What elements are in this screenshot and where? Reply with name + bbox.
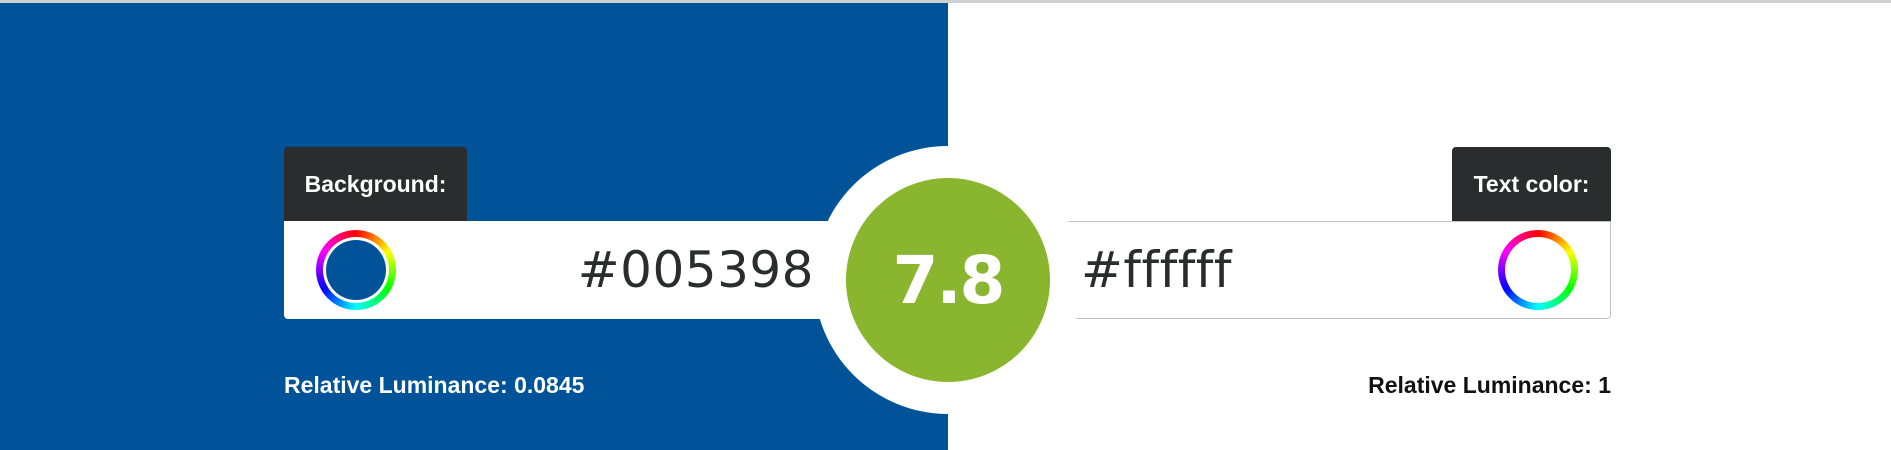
background-color-swatch bbox=[326, 240, 386, 300]
text-color-input[interactable]: #ffffff bbox=[1050, 221, 1611, 319]
background-luminance-value: 0.0845 bbox=[514, 372, 585, 398]
text-color-luminance-value: 1 bbox=[1598, 372, 1611, 398]
text-color-wheel-icon[interactable] bbox=[1498, 230, 1578, 310]
background-color-wheel-icon[interactable] bbox=[316, 230, 396, 310]
text-color-luminance-label: Relative Luminance: bbox=[1368, 372, 1592, 398]
background-hex-value[interactable]: #005398 bbox=[396, 241, 814, 299]
background-luminance-label: Relative Luminance: bbox=[284, 372, 508, 398]
text-color-relative-luminance: Relative Luminance: 1 bbox=[1368, 372, 1611, 399]
text-color-swatch bbox=[1508, 240, 1568, 300]
contrast-ratio-badge: 7.8 bbox=[846, 178, 1050, 382]
background-color-input[interactable]: #005398 bbox=[284, 221, 844, 319]
text-color-hex-value[interactable]: #ffffff bbox=[1081, 241, 1498, 299]
text-color-tab-label: Text color: bbox=[1452, 147, 1611, 221]
background-tab-label: Background: bbox=[284, 147, 467, 221]
background-relative-luminance: Relative Luminance: 0.0845 bbox=[284, 372, 584, 399]
